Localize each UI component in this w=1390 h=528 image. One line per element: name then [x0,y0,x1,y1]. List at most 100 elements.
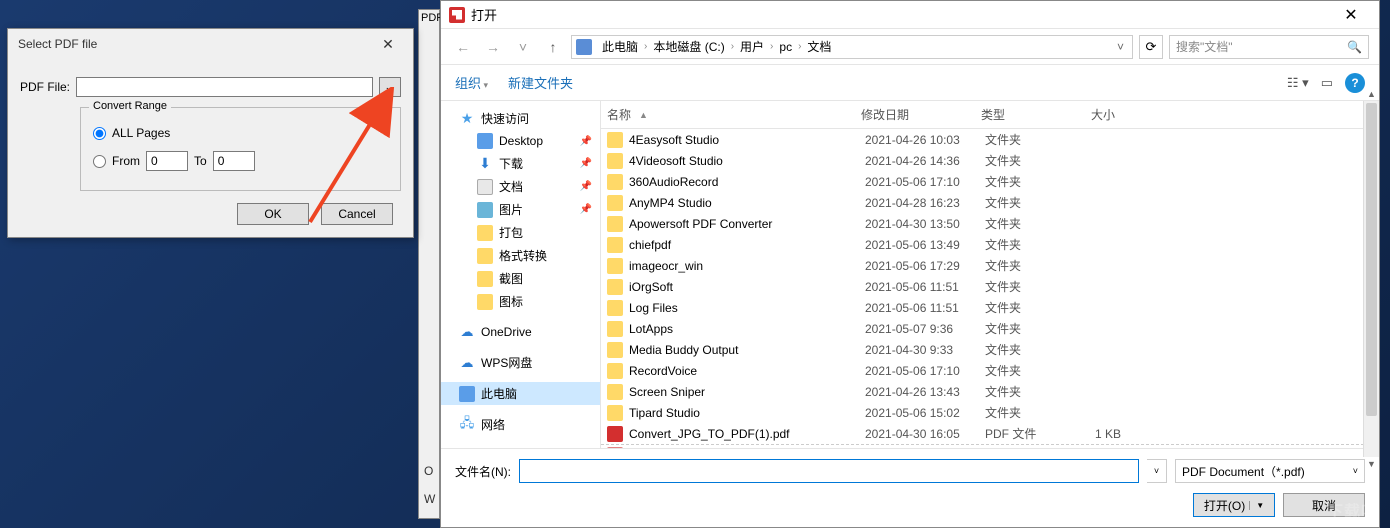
file-row[interactable]: iOrgSoft2021-05-06 11:51文件夹 [601,276,1379,297]
file-row[interactable]: LotApps2021-05-07 9:36文件夹 [601,318,1379,339]
sidebar-thispc[interactable]: 此电脑 [441,382,600,405]
to-input[interactable] [213,151,255,171]
chevron-right-icon[interactable]: › [770,41,773,52]
breadcrumb[interactable]: 文档 [803,38,835,55]
open-button[interactable]: 打开(O)▼ [1193,493,1275,517]
organize-menu[interactable]: 组织 [455,73,488,92]
sidebar-item-desktop[interactable]: Desktop📌 [441,130,600,152]
file-type-select[interactable]: PDF Document（*.pdf) ˅ [1175,459,1365,483]
sidebar-quick-access[interactable]: ★快速访问 [441,107,600,130]
close-icon[interactable]: ✕ [373,29,403,59]
address-bar[interactable]: 此电脑› 本地磁盘 (C:)› 用户› pc› 文档 ˅ [571,35,1133,59]
file-date: 2021-05-06 15:02 [865,406,985,420]
folder-icon [607,216,623,232]
address-dropdown[interactable]: ˅ [1113,40,1128,54]
file-date: 2021-05-06 17:10 [865,364,985,378]
folder-icon [607,405,623,421]
chevron-right-icon[interactable]: › [644,41,647,52]
sidebar-item-documents[interactable]: 文档📌 [441,175,600,198]
bg-char: O [424,464,433,478]
file-type: 文件夹 [985,320,1095,337]
sidebar-item[interactable]: 打包 [441,221,600,244]
file-list[interactable]: 4Easysoft Studio2021-04-26 10:03文件夹4Vide… [601,129,1379,448]
sidebar-item[interactable]: 截图 [441,267,600,290]
column-size[interactable]: 大小 [1091,106,1171,123]
breadcrumb[interactable]: 本地磁盘 (C:) [649,38,728,55]
file-size: 1 KB [1095,427,1175,441]
file-date: 2021-05-06 13:49 [865,238,985,252]
file-row[interactable]: imageocr_win2021-05-06 17:29文件夹 [601,255,1379,276]
file-row[interactable]: Convert_JPG_TO_PDF.pdf2021-04-30 16:05PD… [601,444,1379,448]
from-input[interactable] [146,151,188,171]
network-icon: 🖧 [459,417,475,433]
all-pages-radio[interactable] [93,127,106,140]
column-date[interactable]: 修改日期 [861,106,981,123]
file-row[interactable]: Log Files2021-05-06 11:51文件夹 [601,297,1379,318]
breadcrumb[interactable]: 此电脑 [598,38,642,55]
file-row[interactable]: 360AudioRecord2021-05-06 17:10文件夹 [601,171,1379,192]
close-icon[interactable]: ✕ [1331,1,1371,29]
file-type: 文件夹 [985,152,1095,169]
scrollbar-thumb[interactable] [1366,103,1377,416]
refresh-button[interactable]: ⟳ [1139,35,1163,59]
sort-indicator-icon: ▲ [639,110,648,120]
chevron-right-icon[interactable]: › [798,41,801,52]
file-name: Apowersoft PDF Converter [629,217,865,231]
pin-icon: 📌 [580,181,592,192]
column-name[interactable]: 名称▲ [601,106,861,123]
ok-button[interactable]: OK [237,203,309,225]
filename-input[interactable] [519,459,1139,483]
help-button[interactable]: ? [1345,73,1365,93]
file-row[interactable]: AnyMP4 Studio2021-04-28 16:23文件夹 [601,192,1379,213]
sidebar-item[interactable]: 格式转换 [441,244,600,267]
file-row[interactable]: 4Videosoft Studio2021-04-26 14:36文件夹 [601,150,1379,171]
filename-dropdown[interactable]: ˅ [1147,459,1167,483]
breadcrumb[interactable]: pc [775,40,796,54]
sidebar-network[interactable]: 🖧网络 [441,413,600,436]
cancel-button[interactable]: Cancel [321,203,393,225]
browse-button[interactable]: ... [379,77,401,97]
file-name: Screen Sniper [629,385,865,399]
sidebar-wps[interactable]: ☁WPS网盘 [441,351,600,374]
vertical-scrollbar[interactable]: ▲ ▼ [1363,101,1379,457]
folder-icon [477,294,493,310]
search-icon[interactable]: 🔍 [1347,40,1362,54]
file-name: imageocr_win [629,259,865,273]
folder-icon [607,195,623,211]
recent-dropdown[interactable]: ˅ [511,35,535,59]
file-row[interactable]: 4Easysoft Studio2021-04-26 10:03文件夹 [601,129,1379,150]
sidebar-item-downloads[interactable]: ⬇下载📌 [441,152,600,175]
sidebar-item-pictures[interactable]: 图片📌 [441,198,600,221]
file-row[interactable]: Apowersoft PDF Converter2021-04-30 13:50… [601,213,1379,234]
from-radio[interactable] [93,155,106,168]
file-name: AnyMP4 Studio [629,196,865,210]
chevron-right-icon[interactable]: › [731,41,734,52]
file-type: 文件夹 [985,383,1095,400]
breadcrumb[interactable]: 用户 [736,38,768,55]
sidebar-item[interactable]: 图标 [441,290,600,313]
select-pdf-titlebar[interactable]: Select PDF file ✕ [8,29,413,59]
file-row[interactable]: chiefpdf2021-05-06 13:49文件夹 [601,234,1379,255]
file-row[interactable]: Screen Sniper2021-04-26 13:43文件夹 [601,381,1379,402]
file-row[interactable]: Convert_JPG_TO_PDF(1).pdf2021-04-30 16:0… [601,423,1379,444]
column-type[interactable]: 类型 [981,106,1091,123]
star-icon: ★ [459,111,475,127]
file-row[interactable]: Tipard Studio2021-05-06 15:02文件夹 [601,402,1379,423]
folder-icon [607,321,623,337]
view-mode-button[interactable]: ☷ ▾ [1287,75,1309,91]
forward-button[interactable]: → [481,35,505,59]
open-titlebar[interactable]: 打开 ✕ [441,1,1379,29]
search-input[interactable]: 搜索"文档" 🔍 [1169,35,1369,59]
file-row[interactable]: RecordVoice2021-05-06 17:10文件夹 [601,360,1379,381]
scroll-up-icon[interactable]: ▲ [1364,87,1379,101]
folder-icon [477,248,493,264]
up-button[interactable]: ↑ [541,35,565,59]
preview-pane-button[interactable]: ▭ [1321,75,1333,91]
new-folder-button[interactable]: 新建文件夹 [508,73,573,92]
pdf-file-input[interactable] [76,77,373,97]
back-button[interactable]: ← [451,35,475,59]
sidebar-onedrive[interactable]: ☁OneDrive [441,321,600,343]
file-row[interactable]: Media Buddy Output2021-04-30 9:33文件夹 [601,339,1379,360]
scroll-down-icon[interactable]: ▼ [1364,457,1379,471]
file-date: 2021-04-26 13:43 [865,385,985,399]
